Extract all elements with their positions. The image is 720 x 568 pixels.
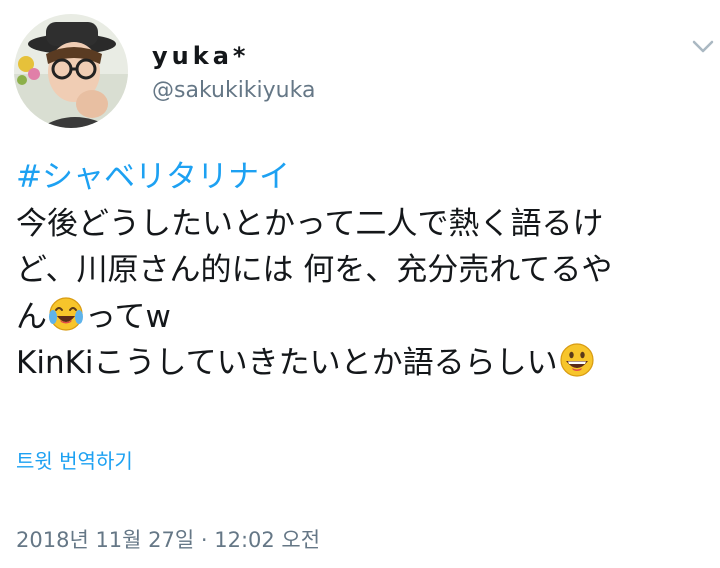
tweet-line: #シャベリタリナイ (16, 154, 712, 201)
chevron-down-icon[interactable] (690, 38, 716, 56)
face-with-tears-of-joy-icon (47, 295, 85, 333)
hashtag-link[interactable]: #シャベリタリナイ (16, 159, 290, 195)
tweet-line: ん ってw (16, 294, 712, 341)
tweet-text: #シャベリタリナイ 今後どうしたいとかって二人で熱く語るけ ど、川原さん的には … (16, 154, 712, 387)
tweet-line: ど、川原さん的には 何を、充分売れてるや (16, 252, 613, 288)
display-name[interactable]: yuka* (152, 42, 249, 70)
grinning-face-icon (558, 341, 596, 379)
translate-tweet-link[interactable]: 트윗 번역하기 (16, 445, 133, 474)
user-handle[interactable]: @sakukikiyuka (152, 78, 315, 103)
tweet-text-fragment: ってw (85, 298, 171, 335)
tweet-timestamp[interactable]: 2018년 11월 27일 · 12:02 오전 (16, 524, 320, 554)
tweet-text-fragment: ん (16, 298, 47, 335)
tweet-line: KinKiこうしていきたいとか語るらしい (16, 340, 712, 387)
tweet: yuka* @sakukikiyuka #シャベリタリナイ 今後どうしたいとかっ… (0, 0, 720, 568)
avatar[interactable] (14, 14, 128, 128)
tweet-line: 今後どうしたいとかって二人で熱く語るけ (16, 205, 604, 242)
tweet-text-fragment: KinKiこうしていきたいとか語るらしい (16, 345, 558, 381)
